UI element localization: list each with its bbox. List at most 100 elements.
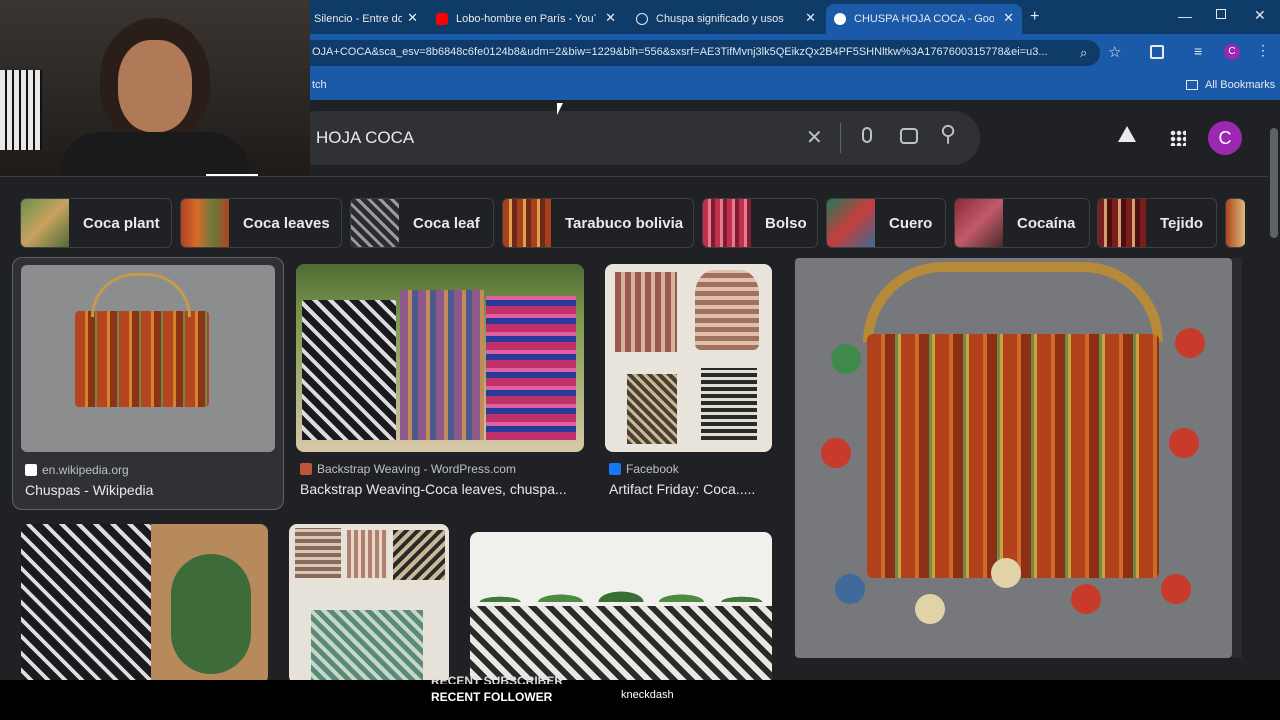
tab-chuspa-significado[interactable]: Chuspa significado y usos ✕ <box>628 4 824 34</box>
chip-label: Cocaína <box>1017 214 1076 232</box>
chip-tarabuco-bolivia[interactable]: Tarabuco bolivia <box>502 198 694 248</box>
page-scrollbar[interactable] <box>1268 100 1280 680</box>
chip-cuero[interactable]: Cuero <box>826 198 946 248</box>
tab-label: CHUSPA HOJA COCA - Google <box>854 13 994 25</box>
chip-label: Cuero <box>889 214 933 232</box>
clear-search-icon[interactable]: ✕ <box>806 125 823 150</box>
tassel-graphic <box>831 344 861 374</box>
scrollbar-thumb[interactable] <box>1270 128 1278 238</box>
result-image[interactable] <box>21 265 275 452</box>
close-icon[interactable]: ✕ <box>407 10 418 26</box>
google-images-page: HOJA COCA ✕ ⚲ C Coca plant Coca leaves C… <box>0 100 1268 680</box>
all-bookmarks-button[interactable]: All Bookmarks <box>1205 79 1275 91</box>
new-tab-icon[interactable]: + <box>1030 8 1039 26</box>
result-source-label: Backstrap Weaving - WordPress.com <box>317 462 516 476</box>
close-icon[interactable]: ✕ <box>605 10 616 26</box>
result-image[interactable] <box>605 264 772 452</box>
textile-graphic <box>627 374 677 444</box>
bookmark-star-icon[interactable]: ☆ <box>1108 43 1121 61</box>
textile-graphic <box>295 528 341 578</box>
search-icon[interactable]: ⚲ <box>940 121 956 147</box>
chip-label: Tarabuco bolivia <box>565 214 684 232</box>
weaving-graphic <box>21 524 151 680</box>
recent-follower-label: RECENT FOLLOWER <box>431 690 553 704</box>
profile-avatar[interactable]: C <box>1224 44 1240 60</box>
chip-bolso[interactable]: Bolso <box>702 198 818 248</box>
tassel-graphic <box>991 558 1021 588</box>
chip-thumbnail <box>703 199 751 247</box>
overlay-line <box>206 174 258 176</box>
close-icon[interactable]: ✕ <box>1003 10 1014 26</box>
result-source: en.wikipedia.org <box>25 463 129 477</box>
textile-graphic <box>701 368 757 440</box>
address-bar-url: OJA+COCA&sca_esv=8b6848c6fe0124b8&udm=2&… <box>312 46 1048 58</box>
chip-coca-leaves[interactable]: Coca leaves <box>180 198 342 248</box>
tab-label: Chuspa significado y usos <box>656 13 784 25</box>
maximize-icon[interactable] <box>1216 9 1226 19</box>
tab-google-search[interactable]: CHUSPA HOJA COCA - Google ✕ <box>826 4 1022 34</box>
chip-label: Coca leaf <box>413 214 480 232</box>
tab-label: Lobo-hombre en París - YouTube <box>456 13 596 25</box>
weaving-graphic <box>400 290 484 440</box>
chip-label: Bolso <box>765 214 807 232</box>
tab-youtube[interactable]: Lobo-hombre en París - YouTube ✕ <box>428 4 624 34</box>
chatgpt-icon <box>636 13 648 25</box>
result-title[interactable]: Artifact Friday: Coca..... <box>609 481 773 497</box>
result-image[interactable] <box>470 532 772 680</box>
tab-label: Silencio - Entre dos <box>314 13 402 25</box>
folder-icon <box>1186 80 1198 90</box>
preview-image[interactable] <box>795 258 1232 658</box>
extensions-icon[interactable] <box>1150 45 1164 59</box>
facebook-icon <box>609 463 621 475</box>
account-avatar[interactable]: C <box>1208 121 1242 155</box>
result-card[interactable]: Backstrap Weaving - WordPress.com Backst… <box>296 264 584 510</box>
search-input[interactable]: HOJA COCA <box>316 128 414 148</box>
preview-scrollbar[interactable] <box>1232 258 1242 658</box>
result-source-label: en.wikipedia.org <box>42 463 129 477</box>
chip-thumbnail <box>1098 199 1146 247</box>
chip-tejido[interactable]: Tejido <box>1097 198 1217 248</box>
header-divider <box>0 176 1268 177</box>
tab-silencio[interactable]: Silencio - Entre dos ✕ <box>306 4 426 34</box>
bookmark-item[interactable]: tch <box>312 79 327 91</box>
result-image[interactable] <box>21 524 268 680</box>
chip-thumbnail <box>503 199 551 247</box>
zoom-icon[interactable]: ⌕ <box>1080 45 1087 61</box>
tassel-graphic <box>915 594 945 624</box>
result-source: Facebook <box>609 462 679 476</box>
result-image[interactable] <box>289 524 449 680</box>
browser-menu-icon[interactable]: ⋮ <box>1256 42 1270 59</box>
tassel-graphic <box>835 574 865 604</box>
bag-strap-graphic <box>863 262 1163 342</box>
chip-thumbnail <box>21 199 69 247</box>
coca-leaf-graphic <box>171 554 251 674</box>
chip-coca-leaf[interactable]: Coca leaf <box>350 198 494 248</box>
result-card-selected[interactable]: en.wikipedia.org Chuspas - Wikipedia <box>12 257 284 510</box>
chuspa-bag-graphic <box>75 311 209 407</box>
weaving-graphic <box>470 606 772 680</box>
chip-partial[interactable] <box>1225 198 1245 248</box>
chip-thumbnail <box>827 199 875 247</box>
address-bar[interactable]: OJA+COCA&sca_esv=8b6848c6fe0124b8&udm=2&… <box>300 40 1100 66</box>
textile-graphic <box>311 610 423 680</box>
chip-coca-plant[interactable]: Coca plant <box>20 198 172 248</box>
result-title[interactable]: Backstrap Weaving-Coca leaves, chuspa... <box>300 481 584 497</box>
voice-search-icon[interactable] <box>862 127 872 143</box>
search-box[interactable]: HOJA COCA ✕ ⚲ <box>290 111 980 165</box>
tassel-graphic <box>1175 328 1205 358</box>
recent-subscriber-label: RECENT SUBSCRIBER <box>431 674 564 684</box>
lens-search-icon[interactable] <box>900 128 918 144</box>
minimize-icon[interactable]: — <box>1178 8 1192 24</box>
result-image[interactable] <box>296 264 584 452</box>
apps-grid-icon[interactable] <box>1170 130 1186 146</box>
media-control-icon[interactable]: ≡ <box>1194 43 1202 59</box>
textile-graphic <box>615 272 677 352</box>
result-title[interactable]: Chuspas - Wikipedia <box>25 482 153 498</box>
chip-cocaina[interactable]: Cocaína <box>954 198 1090 248</box>
close-icon[interactable]: ✕ <box>805 10 816 26</box>
tassel-graphic <box>1161 574 1191 604</box>
labs-flask-icon[interactable] <box>1118 126 1136 142</box>
textile-graphic <box>393 530 445 580</box>
window-close-icon[interactable]: ✕ <box>1254 7 1266 24</box>
result-card[interactable]: Facebook Artifact Friday: Coca..... <box>605 264 773 510</box>
